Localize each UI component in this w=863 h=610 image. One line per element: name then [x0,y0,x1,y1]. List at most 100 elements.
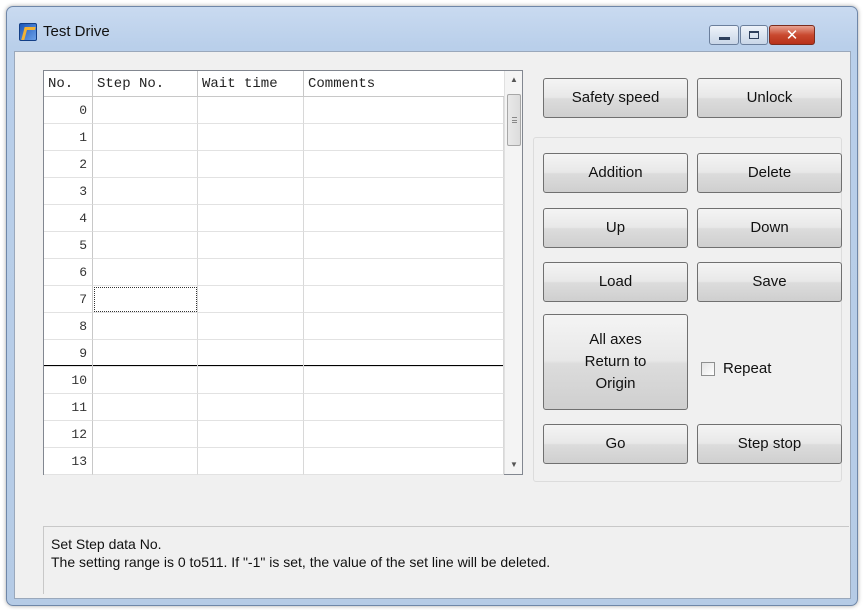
comments-cell[interactable] [304,124,504,151]
comments-cell[interactable] [304,340,504,367]
step-no-cell[interactable] [93,97,198,124]
go-button[interactable]: Go [543,424,688,464]
wait-time-cell[interactable] [198,340,304,367]
grid-header: No. Step No. Wait time Comments [44,71,504,97]
repeat-checkbox[interactable] [701,361,715,376]
scroll-thumb[interactable] [507,94,521,146]
table-row[interactable]: 10 [44,367,504,394]
all-axes-label-line1: All axes [589,331,642,348]
step-no-cell[interactable] [93,448,198,475]
wait-time-cell[interactable] [198,178,304,205]
unlock-button[interactable]: Unlock [697,78,842,118]
save-button[interactable]: Save [697,262,842,302]
wait-time-cell[interactable] [198,394,304,421]
test-drive-window: Test Drive ✕ No. Step No. Wait time Comm… [6,6,858,606]
wait-time-cell[interactable] [198,232,304,259]
step-no-cell[interactable] [93,178,198,205]
step-no-cell[interactable] [93,205,198,232]
comments-cell[interactable] [304,232,504,259]
step-no-cell[interactable] [93,394,198,421]
maximize-button[interactable] [740,25,768,45]
column-header-comments[interactable]: Comments [304,71,504,97]
comments-cell[interactable] [304,178,504,205]
comments-cell[interactable] [304,286,504,313]
status-line-2: The setting range is 0 to511. If "-1" is… [51,554,551,570]
delete-button[interactable]: Delete [697,153,842,193]
table-row[interactable]: 7 [44,286,504,313]
title-bar[interactable]: Test Drive ✕ [7,7,857,45]
comments-cell[interactable] [304,367,504,394]
row-number-cell: 12 [44,421,93,448]
column-header-step-no[interactable]: Step No. [93,71,198,97]
scroll-up-icon[interactable]: ▲ [505,71,523,89]
status-message: Set Step data No. The setting range is 0… [43,526,849,594]
grid-scrollbar[interactable]: ▲ ▼ [504,71,522,474]
repeat-label[interactable]: Repeat [723,360,771,377]
row-number-cell: 11 [44,394,93,421]
step-no-cell[interactable] [93,367,198,394]
wait-time-cell[interactable] [198,367,304,394]
wait-time-cell[interactable] [198,124,304,151]
comments-cell[interactable] [304,448,504,475]
all-axes-return-to-origin-button[interactable]: All axes Return to Origin [543,314,688,410]
close-button[interactable]: ✕ [769,25,815,45]
wait-time-cell[interactable] [198,448,304,475]
wait-time-cell[interactable] [198,259,304,286]
step-no-cell[interactable] [93,259,198,286]
comments-cell[interactable] [304,394,504,421]
row-number-cell: 8 [44,313,93,340]
comments-cell[interactable] [304,421,504,448]
table-row[interactable]: 8 [44,313,504,340]
window-title: Test Drive [43,23,110,40]
up-button[interactable]: Up [543,208,688,248]
step-no-cell[interactable] [93,340,198,367]
wait-time-cell[interactable] [198,151,304,178]
row-number-cell: 6 [44,259,93,286]
step-no-cell[interactable] [93,313,198,340]
row-number-cell: 10 [44,367,93,394]
load-button[interactable]: Load [543,262,688,302]
step-no-cell[interactable] [93,421,198,448]
comments-cell[interactable] [304,97,504,124]
table-row[interactable]: 5 [44,232,504,259]
row-number-cell: 5 [44,232,93,259]
wait-time-cell[interactable] [198,205,304,232]
repeat-checkbox-group[interactable]: Repeat [701,360,771,377]
row-number-cell: 0 [44,97,93,124]
column-header-wait-time[interactable]: Wait time [198,71,304,97]
table-row[interactable]: 4 [44,205,504,232]
scroll-down-icon[interactable]: ▼ [505,456,523,474]
comments-cell[interactable] [304,151,504,178]
comments-cell[interactable] [304,313,504,340]
comments-cell[interactable] [304,259,504,286]
row-number-cell: 9 [44,340,93,367]
maximize-icon [749,31,759,39]
step-no-cell[interactable] [93,286,198,313]
minimize-button[interactable] [709,25,739,45]
table-row[interactable]: 12 [44,421,504,448]
down-button[interactable]: Down [697,208,842,248]
table-row[interactable]: 13 [44,448,504,475]
wait-time-cell[interactable] [198,97,304,124]
step-stop-button[interactable]: Step stop [697,424,842,464]
table-row[interactable]: 2 [44,151,504,178]
wait-time-cell[interactable] [198,313,304,340]
table-row[interactable]: 9 [44,340,504,367]
table-row[interactable]: 1 [44,124,504,151]
app-icon[interactable] [19,23,37,41]
safety-speed-button[interactable]: Safety speed [543,78,688,118]
table-row[interactable]: 6 [44,259,504,286]
wait-time-cell[interactable] [198,421,304,448]
column-header-no[interactable]: No. [44,71,93,97]
wait-time-cell[interactable] [198,286,304,313]
addition-button[interactable]: Addition [543,153,688,193]
step-no-cell[interactable] [93,124,198,151]
step-grid[interactable]: No. Step No. Wait time Comments 01234567… [43,70,523,475]
all-axes-label-line3: Origin [595,375,636,392]
table-row[interactable]: 11 [44,394,504,421]
step-no-cell[interactable] [93,151,198,178]
table-row[interactable]: 0 [44,97,504,124]
step-no-cell[interactable] [93,232,198,259]
comments-cell[interactable] [304,205,504,232]
table-row[interactable]: 3 [44,178,504,205]
